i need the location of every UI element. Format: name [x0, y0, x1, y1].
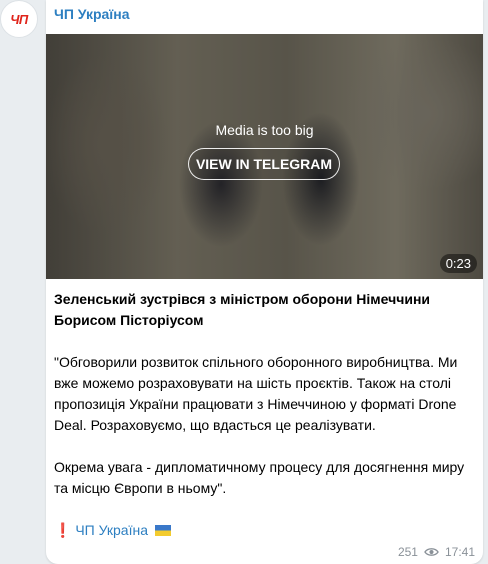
post-quote-paragraph-2: Окрема увага - дипломатичному процесу дл…	[54, 459, 465, 496]
channel-avatar[interactable]: ЧП	[0, 0, 38, 38]
message-text: Зеленський зустрівся з міністром оборони…	[54, 289, 474, 541]
message-bubble: ЧП Україна Media is too big VIEW IN TELE…	[46, 0, 483, 564]
view-count: 251	[397, 545, 418, 559]
ukraine-flag-icon	[154, 525, 171, 536]
media-too-big-label: Media is too big	[215, 122, 314, 138]
post-quote-paragraph-1: "Обговорили розвиток спільного оборонног…	[54, 354, 458, 433]
message-footer: 251 17:41	[398, 545, 475, 559]
signature-channel-link[interactable]: ЧП Україна	[75, 522, 148, 538]
channel-name-link[interactable]: ЧП Україна	[54, 6, 130, 22]
video-preview[interactable]: Media is too big VIEW IN TELEGRAM 0:23	[46, 34, 483, 279]
channel-logo-icon: ЧП	[10, 11, 28, 27]
post-headline: Зеленський зустрівся з міністром оборони…	[54, 291, 431, 328]
eye-icon	[424, 548, 439, 556]
post-signature: ❗ ЧП Україна	[54, 520, 474, 541]
view-in-telegram-button[interactable]: VIEW IN TELEGRAM	[188, 148, 340, 180]
exclamation-icon: ❗	[54, 522, 72, 538]
message-time: 17:41	[444, 545, 475, 559]
video-duration-badge: 0:23	[439, 254, 477, 273]
